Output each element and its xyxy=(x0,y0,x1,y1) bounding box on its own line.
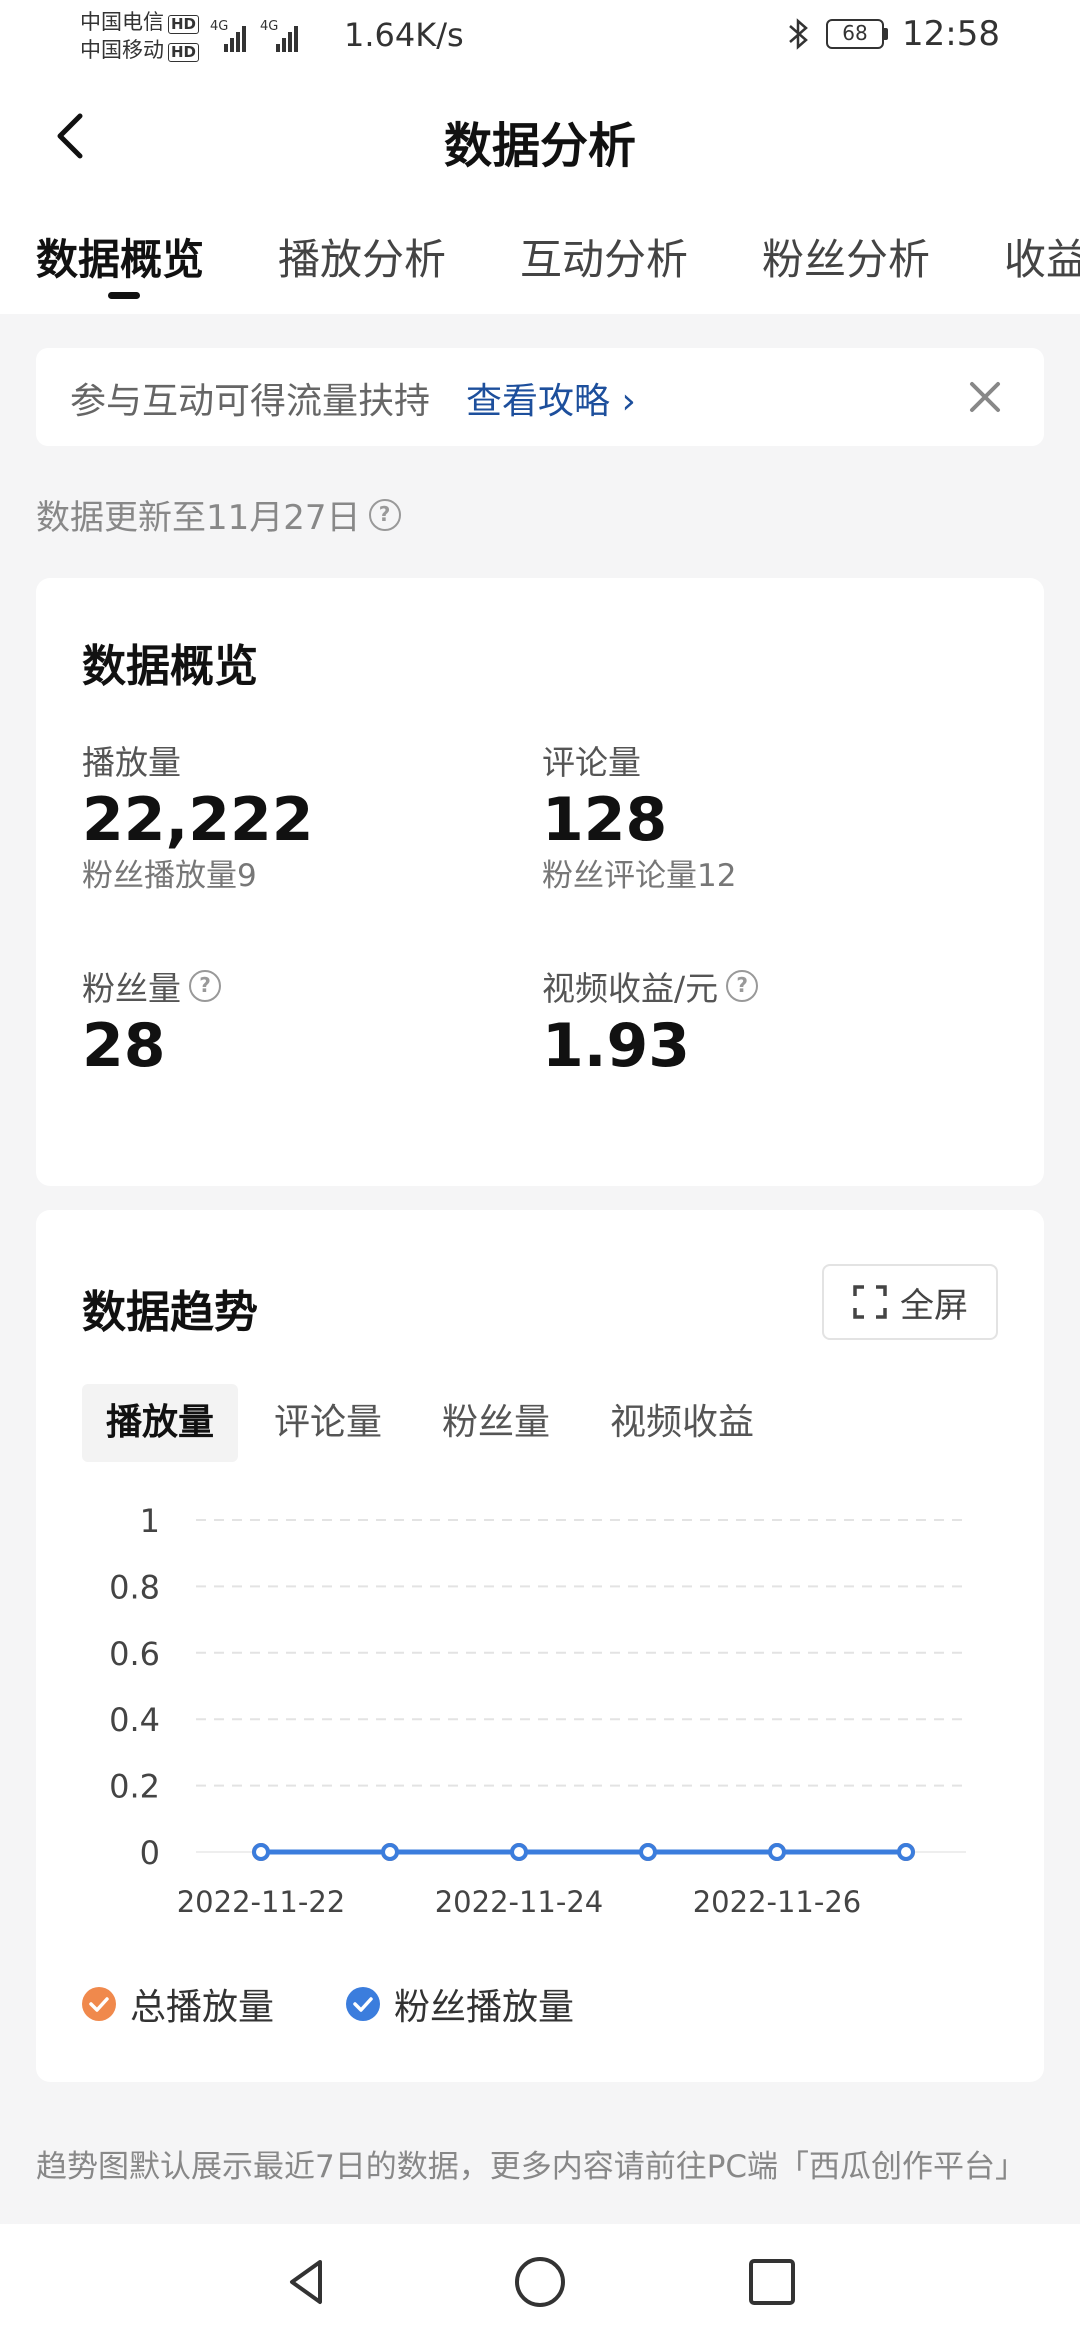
help-icon[interactable]: ? xyxy=(189,970,221,1002)
bluetooth-icon xyxy=(789,18,808,50)
trend-title: 数据趋势 xyxy=(82,1287,258,1338)
metric-value: 128 xyxy=(542,785,668,855)
hd-badge: HD xyxy=(168,15,200,34)
metric-comments[interactable]: 评论量 128 粉丝评论量12 xyxy=(542,738,736,896)
metric-fans[interactable]: 粉丝量? 28 xyxy=(82,964,221,1082)
banner-text: 参与互动可得流量扶持 xyxy=(70,381,431,422)
footnote: 趋势图默认展示最近7日的数据，更多内容请前往PC端「西瓜创作平台」 xyxy=(36,2149,1027,2185)
battery-icon: 68 xyxy=(826,19,889,49)
metric-label-row: 视频收益/元? xyxy=(542,964,759,1008)
overview-card: 数据概览 播放量 22,222 粉丝播放量9 评论量 128 粉丝评论量12 粉… xyxy=(36,578,1044,1186)
y-tick-label: 0.8 xyxy=(109,1568,160,1606)
metric-tab-comments[interactable]: 评论量 xyxy=(250,1384,406,1462)
hd-badge: HD xyxy=(168,43,200,62)
nav-home-icon[interactable] xyxy=(510,2252,570,2312)
data-point xyxy=(897,1843,915,1861)
network-speed: 1.64K/s xyxy=(344,16,464,54)
y-tick-label: 0.2 xyxy=(109,1768,160,1806)
x-tick-label: 2022-11-24 xyxy=(435,1885,604,1919)
active-tab-indicator xyxy=(108,292,140,299)
metric-revenue[interactable]: 视频收益/元? 1.93 xyxy=(542,964,759,1082)
legend-label: 总播放量 xyxy=(130,1987,275,2028)
data-point xyxy=(252,1843,270,1861)
data-point xyxy=(639,1843,657,1861)
y-tick-label: 1 xyxy=(140,1502,160,1540)
overview-title: 数据概览 xyxy=(82,641,258,692)
close-icon[interactable] xyxy=(962,374,1008,420)
battery-level: 68 xyxy=(826,19,885,49)
y-tick-label: 0.6 xyxy=(109,1635,160,1673)
metric-label-row: 粉丝量? xyxy=(82,964,221,1008)
carrier-2: 中国移动 xyxy=(80,38,164,62)
status-bar: 中国电信 HD 中国移动 HD 4G 4G 1.64K/s 68 12:58 xyxy=(0,0,1080,76)
metric-sub: 粉丝评论量12 xyxy=(542,858,737,894)
section-tabs: 数据概览 播放分析 互动分析 粉丝分析 收益 xyxy=(0,196,1080,314)
fullscreen-label: 全屏 xyxy=(900,1285,968,1326)
metric-label: 粉丝量 xyxy=(82,969,181,1008)
tab-interaction-analysis[interactable]: 互动分析 xyxy=(520,226,688,287)
y-tick-label: 0 xyxy=(140,1834,160,1872)
svg-text:4G: 4G xyxy=(260,19,278,34)
fullscreen-button[interactable]: 全屏 xyxy=(822,1264,998,1340)
data-point xyxy=(768,1843,786,1861)
chart-legend: 总播放量 粉丝播放量 xyxy=(82,1978,646,2030)
tab-play-analysis[interactable]: 播放分析 xyxy=(278,226,446,287)
metric-tabs: 播放量 评论量 粉丝量 视频收益 xyxy=(82,1384,790,1462)
metric-sub: 粉丝播放量9 xyxy=(82,858,257,894)
metric-value: 28 xyxy=(82,1011,166,1081)
metric-plays[interactable]: 播放量 22,222 粉丝播放量9 xyxy=(82,738,314,896)
carrier-info: 中国电信 HD 中国移动 HD xyxy=(80,8,200,64)
tab-revenue[interactable]: 收益 xyxy=(1004,226,1080,287)
metric-label: 播放量 xyxy=(82,743,181,782)
help-icon[interactable]: ? xyxy=(726,970,759,1002)
legend-total-plays[interactable]: 总播放量 xyxy=(82,1978,274,2030)
tab-overview[interactable]: 数据概览 xyxy=(36,226,204,287)
metric-tab-fans[interactable]: 粉丝量 xyxy=(418,1384,574,1462)
x-tick-label: 2022-11-26 xyxy=(693,1885,862,1919)
metric-value: 1.93 xyxy=(542,1011,691,1081)
help-icon[interactable]: ? xyxy=(368,498,401,531)
nav-bar: 数据分析 xyxy=(0,76,1080,196)
metric-tab-revenue[interactable]: 视频收益 xyxy=(586,1384,778,1462)
check-icon xyxy=(82,1987,116,2021)
data-point xyxy=(381,1843,399,1861)
data-update-info: 数据更新至11月27日 ? xyxy=(36,490,401,539)
system-nav-bar xyxy=(0,2224,1080,2340)
page-title: 数据分析 xyxy=(443,118,636,174)
legend-fan-plays[interactable]: 粉丝播放量 xyxy=(346,1978,574,2030)
metric-tab-plays[interactable]: 播放量 xyxy=(82,1384,239,1462)
metric-label: 视频收益/元 xyxy=(542,969,719,1008)
fullscreen-icon xyxy=(853,1285,887,1319)
metric-label: 评论量 xyxy=(542,743,641,782)
signal-icon: 4G 4G xyxy=(210,19,298,52)
nav-back-icon[interactable] xyxy=(278,2252,338,2312)
nav-recents-icon[interactable] xyxy=(742,2252,802,2312)
clock: 12:58 xyxy=(902,14,1000,54)
x-tick-label: 2022-11-22 xyxy=(177,1885,346,1919)
carrier-1: 中国电信 xyxy=(80,10,164,34)
check-icon xyxy=(346,1987,381,2021)
legend-label: 粉丝播放量 xyxy=(394,1987,575,2028)
promo-banner: 参与互动可得流量扶持 查看攻略 › xyxy=(36,348,1044,446)
update-text: 数据更新至11月27日 xyxy=(36,498,361,538)
metric-value: 22,222 xyxy=(82,785,314,855)
trend-card: 数据趋势 全屏 播放量 评论量 粉丝量 视频收益 0 0.2 0.4 0.6 0.8 1 2… xyxy=(36,1210,1044,2082)
trend-chart[interactable]: 0 0.2 0.4 0.6 0.8 1 2022-11-22 2022-11-24 2022-1… xyxy=(36,1500,1044,1940)
data-point xyxy=(510,1843,528,1861)
view-guide-link[interactable]: 查看攻略 › xyxy=(466,372,636,424)
svg-text:4G: 4G xyxy=(210,19,228,34)
y-tick-label: 0.4 xyxy=(109,1701,160,1739)
tab-fans-analysis[interactable]: 粉丝分析 xyxy=(762,226,930,287)
